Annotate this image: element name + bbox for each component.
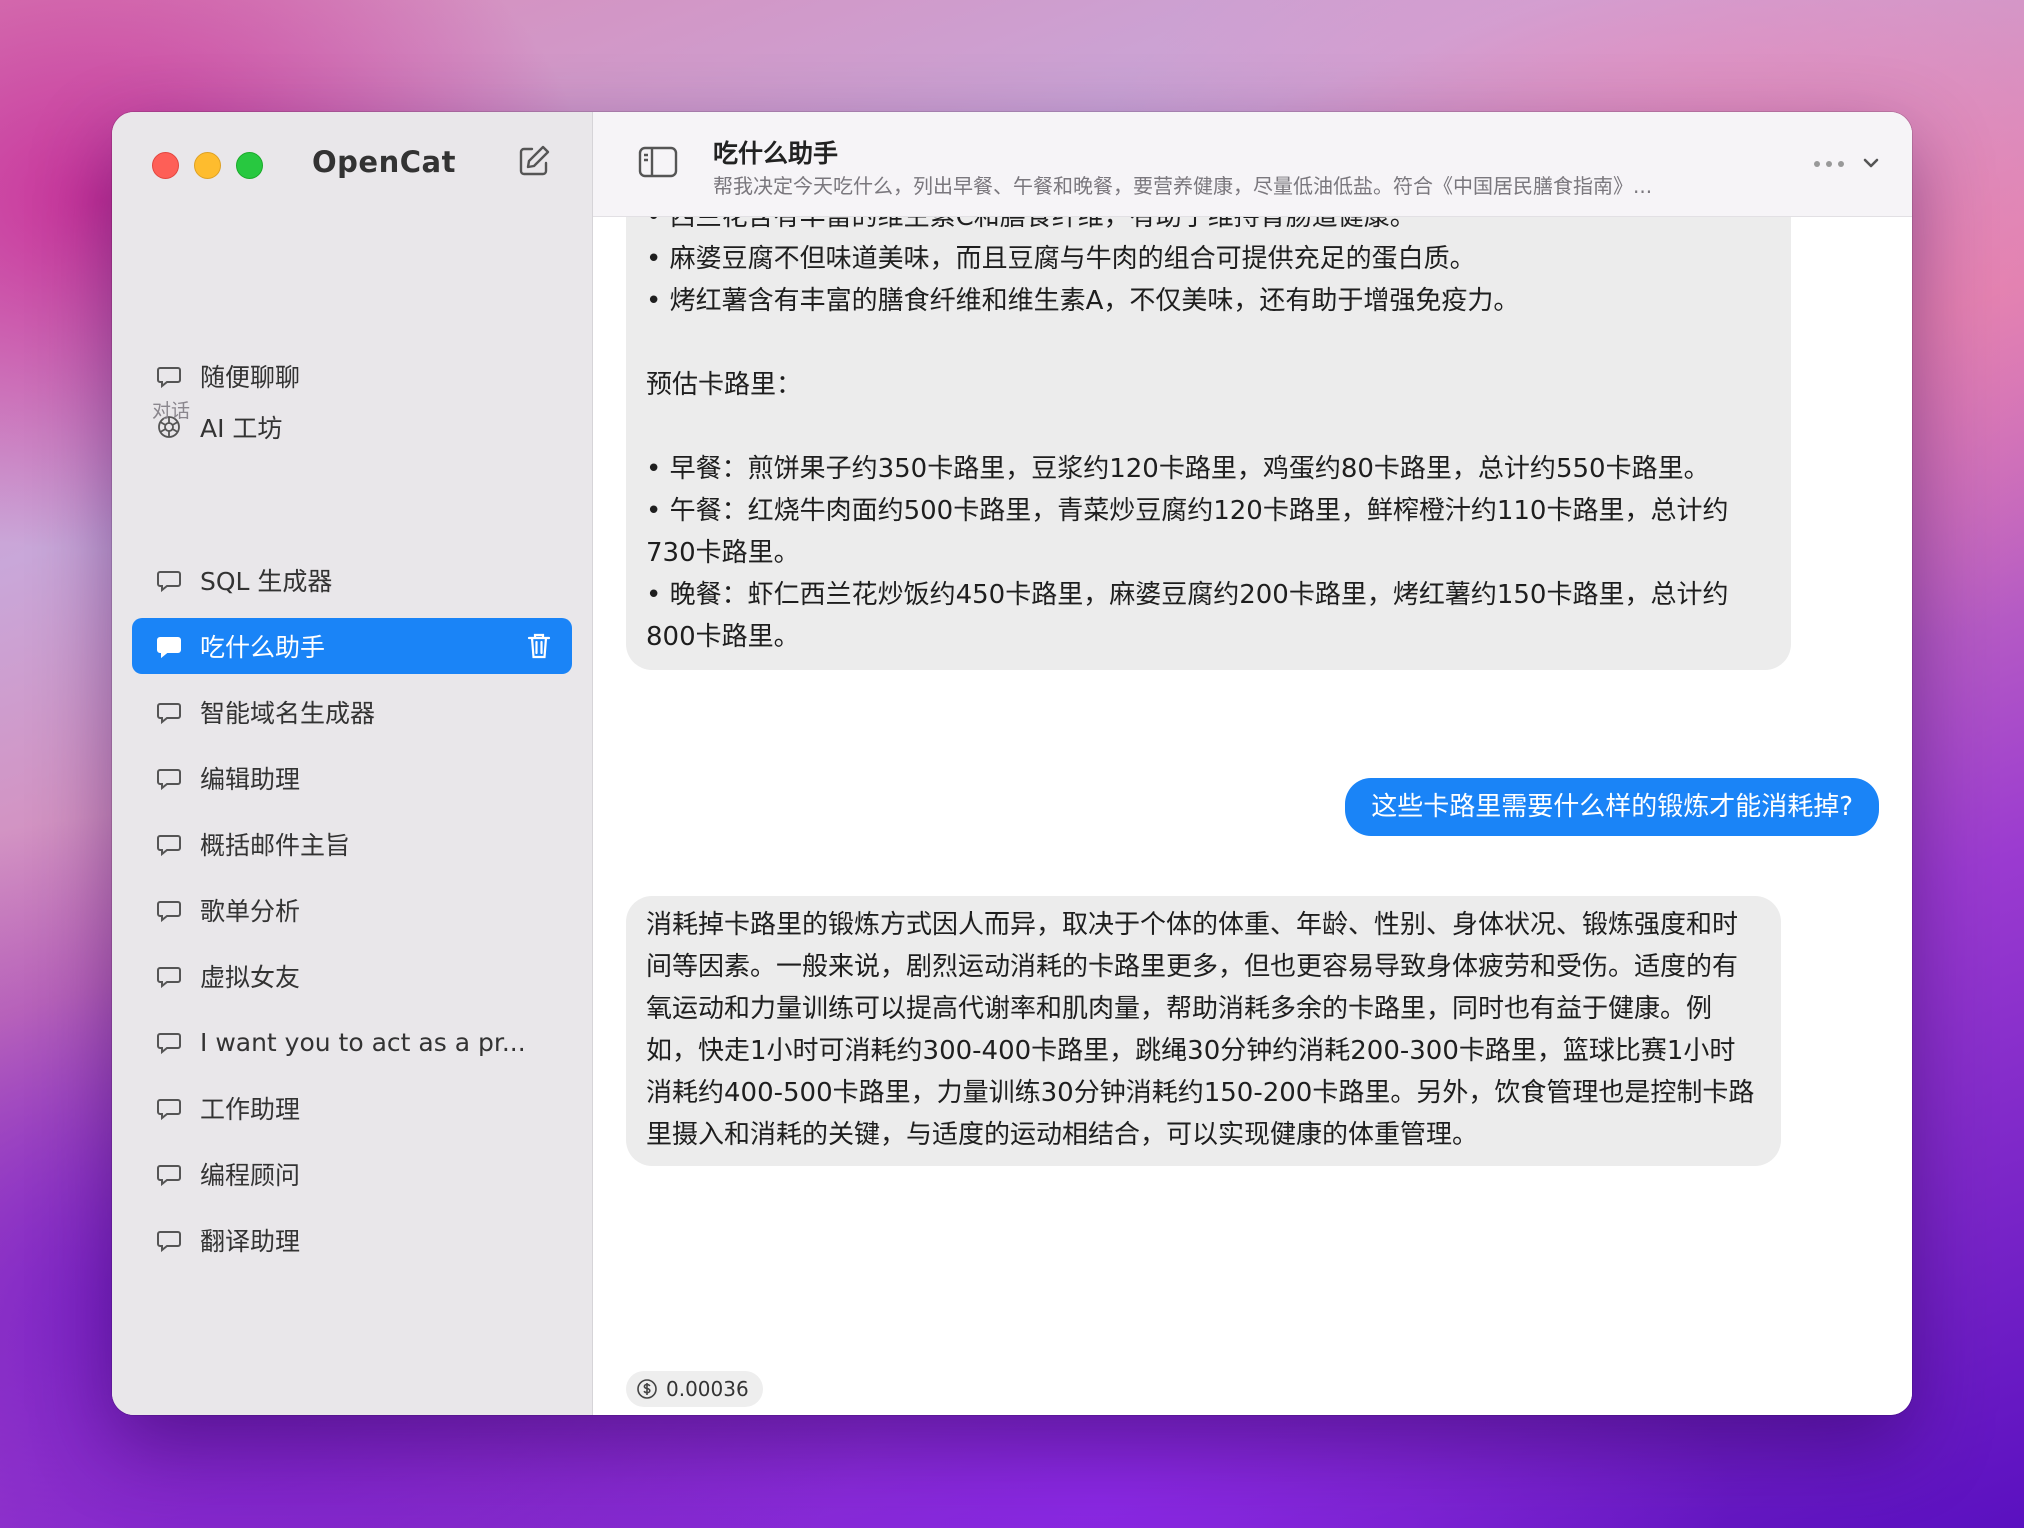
message-list[interactable]: • 西兰花含有丰富的维生素C和膳食纤维，有助于维持胃肠道健康。 • 麻婆豆腐不但… <box>593 216 1912 1415</box>
close-window-button[interactable] <box>152 152 179 179</box>
sidebar-item-conversation[interactable]: 虚拟女友 <box>132 948 572 1004</box>
sidebar-item-label: 编辑助理 <box>200 765 301 794</box>
sidebar-item-label: 概括邮件主旨 <box>200 831 351 860</box>
chat-bubble-icon <box>157 1099 181 1121</box>
window-controls <box>152 152 263 179</box>
chat-bubble-icon <box>157 571 181 593</box>
chat-bubble-icon <box>157 703 181 725</box>
chat-bubble-icon <box>157 1231 181 1253</box>
dollar-circle-icon <box>637 1379 657 1399</box>
sidebar-item-label: 歌单分析 <box>200 897 301 926</box>
chat-bubble-icon <box>157 835 181 857</box>
sidebar-item-label: SQL 生成器 <box>200 567 333 596</box>
app-title: OpenCat <box>312 145 456 179</box>
sidebar-item-casual-chat[interactable]: 随便聊聊 <box>132 348 572 404</box>
chat-header: 吃什么助手 帮我决定今天吃什么，列出早餐、午餐和晚餐，要营养健康，尽量低油低盐。… <box>593 112 1912 217</box>
sidebar-item-conversation[interactable]: 吃什么助手 <box>132 618 572 674</box>
sidebar-item-conversation[interactable]: 翻译助理 <box>132 1212 572 1268</box>
sidebar-item-label: I want you to act as a pr... <box>200 1027 526 1057</box>
assistant-message[interactable]: • 西兰花含有丰富的维生素C和膳食纤维，有助于维持胃肠道健康。 • 麻婆豆腐不但… <box>626 216 1791 670</box>
user-message[interactable]: 这些卡路里需要什么样的锻炼才能消耗掉? <box>1345 778 1879 836</box>
cost-value: 0.00036 <box>666 1377 749 1401</box>
chat-title: 吃什么助手 <box>713 139 839 168</box>
chat-subtitle: 帮我决定今天吃什么，列出早餐、午餐和晚餐，要营养健康，尽量低油低盐。符合《中国居… <box>713 174 1653 198</box>
sidebar-item-conversation[interactable]: 智能域名生成器 <box>132 684 572 740</box>
cost-badge: 0.00036 <box>626 1371 763 1407</box>
chat-panel: 吃什么助手 帮我决定今天吃什么，列出早餐、午餐和晚餐，要营养健康，尽量低油低盐。… <box>593 112 1912 1415</box>
sidebar-item-label: AI 工坊 <box>200 414 283 443</box>
sidebar: OpenCat 随便聊聊 AI 工坊 对话 SQL 生成器 吃什么助手智能域名生成… <box>112 112 593 1415</box>
chat-bubble-icon <box>157 367 181 389</box>
sidebar-item-label: 编程顾问 <box>200 1161 301 1190</box>
chat-bubble-icon <box>157 901 181 923</box>
sidebar-item-label: 虚拟女友 <box>200 963 301 992</box>
chat-bubble-icon <box>157 637 181 659</box>
sidebar-item-conversation[interactable]: 歌单分析 <box>132 882 572 938</box>
section-label-conversations: 对话 <box>152 400 191 422</box>
assistant-message[interactable]: 消耗掉卡路里的锻炼方式因人而异，取决于个体的体重、年龄、性别、身体状况、锻炼强度… <box>626 896 1781 1166</box>
maximize-window-button[interactable] <box>236 152 263 179</box>
minimize-window-button[interactable] <box>194 152 221 179</box>
sidebar-item-conversation[interactable]: 工作助理 <box>132 1080 572 1136</box>
compose-icon[interactable] <box>515 142 553 180</box>
trash-icon[interactable] <box>524 631 554 661</box>
sidebar-item-conversation[interactable]: 编辑助理 <box>132 750 572 806</box>
sidebar-item-conversation[interactable]: SQL 生成器 <box>132 552 572 608</box>
app-window: OpenCat 随便聊聊 AI 工坊 对话 SQL 生成器 吃什么助手 智能域名生成… <box>112 112 1912 1415</box>
sidebar-item-conversation[interactable]: I want you to act as a pr... <box>132 1014 572 1070</box>
chat-bubble-icon <box>157 1165 181 1187</box>
sidebar-toggle-icon[interactable] <box>637 144 679 180</box>
chat-bubble-icon <box>157 967 181 989</box>
sidebar-item-label: 随便聊聊 <box>200 363 301 392</box>
sidebar-item-label: 翻译助理 <box>200 1227 301 1256</box>
chat-bubble-icon <box>157 1033 181 1055</box>
sidebar-item-conversation[interactable]: 编程顾问 <box>132 1146 572 1202</box>
sidebar-item-ai-workshop[interactable]: AI 工坊 <box>132 399 572 455</box>
sidebar-item-label: 吃什么助手 <box>200 633 326 662</box>
more-icon[interactable] <box>1812 158 1846 170</box>
sidebar-item-conversation[interactable]: 概括邮件主旨 <box>132 816 572 872</box>
sidebar-item-label: 智能域名生成器 <box>200 699 376 728</box>
chevron-down-icon[interactable] <box>1860 152 1882 174</box>
chat-bubble-icon <box>157 769 181 791</box>
sidebar-item-label: 工作助理 <box>200 1095 301 1124</box>
